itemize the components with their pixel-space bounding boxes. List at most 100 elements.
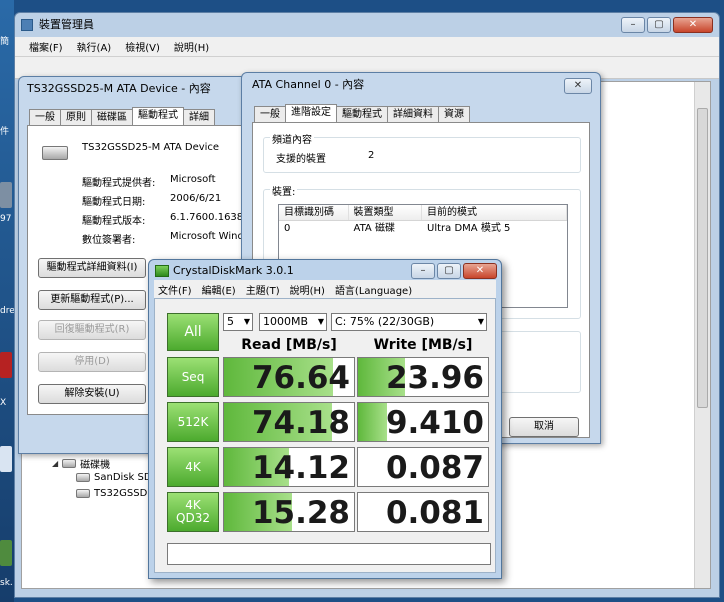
read-column-header: Read [MB/s] [241, 337, 337, 353]
driver-date-label: 驅動程式日期: [82, 197, 146, 208]
close-button[interactable]: ✕ [463, 263, 497, 279]
test-size-select[interactable]: 1000MB ▼ [259, 313, 327, 331]
4k-test-button[interactable]: 4K [167, 447, 219, 487]
menu-edit[interactable]: 編輯(E) [202, 282, 236, 297]
column-device-type[interactable]: 裝置類型 [349, 205, 423, 220]
collapse-arrow-icon[interactable]: ◢ [52, 459, 58, 468]
seq-write-value: 23.96 [385, 360, 484, 396]
4k-write-result: 0.087 [357, 447, 489, 487]
4k-qd32-write-result: 0.081 [357, 492, 489, 532]
write-column-header: Write [MB/s] [373, 337, 473, 353]
device-properties-tabs: 一般 原則 磁碟區 驅動程式 詳細 [29, 107, 215, 125]
4k-qd32-test-button[interactable]: 4K QD32 [167, 492, 219, 532]
seq-test-button[interactable]: Seq [167, 357, 219, 397]
disk-drive-icon [76, 489, 90, 498]
maximize-button[interactable]: ▢ [647, 17, 671, 33]
4k-qd32-write-value: 0.081 [385, 495, 484, 531]
maximize-button[interactable]: ▢ [437, 263, 461, 279]
channel-properties-title: 頻道內容 [270, 131, 314, 146]
result-bar [358, 403, 387, 441]
tab-volumes[interactable]: 磁碟區 [91, 109, 133, 125]
cell-target-id: 0 [284, 223, 291, 234]
menu-theme[interactable]: 主題(T) [246, 282, 280, 297]
driver-date-value: 2006/6/21 [170, 193, 222, 204]
run-all-button[interactable]: All [167, 313, 219, 351]
512k-read-result: 74.18 [223, 402, 355, 442]
close-button[interactable]: ✕ [564, 78, 592, 94]
device-properties-titlebar: TS32GSSD25-M ATA Device - 內容 [19, 77, 263, 101]
cancel-button[interactable]: 取消 [509, 417, 579, 437]
channel-properties-group: 頻道內容 支援的裝置 2 [263, 131, 581, 173]
device-manager-titlebar: 裝置管理員 – ▢ ✕ [15, 13, 719, 37]
update-driver-button[interactable]: 更新驅動程式(P)... [38, 290, 146, 310]
4k-read-result: 14.12 [223, 447, 355, 487]
ata-channel-tabs: 一般 進階設定 驅動程式 詳細資料 資源 [254, 104, 470, 122]
drive-select[interactable]: C: 75% (22/30GB) ▼ [331, 313, 487, 331]
tree-item-label: SanDisk SD [94, 472, 152, 483]
tab-details[interactable]: 詳細 [183, 109, 215, 125]
column-current-mode[interactable]: 目前的模式 [422, 205, 567, 220]
menu-file[interactable]: 檔案(F) [29, 39, 63, 54]
menu-help[interactable]: 說明(H) [174, 39, 209, 54]
desktop-label-2: 件 [0, 127, 10, 137]
desktop-icon-1[interactable] [0, 182, 12, 208]
disable-button[interactable]: 停用(D) [38, 352, 146, 372]
driver-version-label: 驅動程式版本: [82, 216, 146, 227]
menu-view[interactable]: 檢視(V) [125, 39, 160, 54]
seq-write-result: 23.96 [357, 357, 489, 397]
driver-provider-label: 驅動程式提供者: [82, 178, 156, 189]
desktop-icon-2[interactable] [0, 352, 12, 378]
crystaldiskmark-window: CrystalDiskMark 3.0.1 – ▢ ✕ 文件(F) 編輯(E) … [148, 259, 502, 579]
table-row[interactable]: 0 ATA 磁碟 Ultra DMA 模式 5 [279, 221, 567, 237]
tab-general[interactable]: 一般 [29, 109, 61, 125]
desktop-icon-4[interactable] [0, 540, 12, 566]
crystaldiskmark-title: CrystalDiskMark 3.0.1 [173, 264, 294, 277]
digital-signer-label: 數位簽署者: [82, 235, 136, 246]
tab-details[interactable]: 詳細資料 [387, 106, 439, 122]
devices-list-header: 目標識別碼 裝置類型 目前的模式 [279, 205, 567, 221]
menu-help[interactable]: 說明(H) [290, 282, 325, 297]
seq-read-result: 76.64 [223, 357, 355, 397]
4k-qd32-read-value: 15.28 [251, 495, 350, 531]
devices-group-title: 裝置: [270, 183, 298, 198]
chevron-down-icon: ▼ [243, 317, 250, 326]
desktop-label-4: dre [0, 306, 14, 316]
crystaldiskmark-body: 5 ▼ 1000MB ▼ C: 75% (22/30GB) ▼ All Read [M… [154, 298, 496, 573]
hard-drive-icon [42, 146, 68, 160]
driver-version-value: 6.1.7600.16385 [170, 212, 250, 223]
crystaldiskmark-titlebar: CrystalDiskMark 3.0.1 – ▢ ✕ [149, 260, 501, 280]
tab-resources[interactable]: 資源 [438, 106, 470, 122]
test-count-select[interactable]: 5 ▼ [223, 313, 253, 331]
device-manager-icon [21, 19, 33, 31]
tree-item-ts32[interactable]: TS32GSSD2 [76, 488, 154, 499]
rollback-driver-button[interactable]: 回復驅動程式(R) [38, 320, 146, 340]
column-target-id[interactable]: 目標識別碼 [279, 205, 349, 220]
512k-write-value: 9.410 [385, 405, 484, 441]
minimize-button[interactable]: – [621, 17, 645, 33]
tab-advanced-settings[interactable]: 進階設定 [285, 104, 337, 122]
scrollbar-thumb[interactable] [697, 108, 708, 408]
tab-driver[interactable]: 驅動程式 [336, 106, 388, 122]
menu-action[interactable]: 執行(A) [77, 39, 112, 54]
comment-field[interactable] [167, 543, 491, 565]
close-button[interactable]: ✕ [673, 17, 713, 33]
drive-value: C: 75% (22/30GB) [335, 315, 435, 328]
tree-item-sandisk[interactable]: SanDisk SD [76, 472, 152, 483]
desktop-icon-3[interactable] [0, 446, 12, 472]
tree-item-disk-drives[interactable]: ◢ 磁碟機 [52, 456, 110, 471]
crystaldiskmark-menubar: 文件(F) 編輯(E) 主題(T) 說明(H) 語言(Language) [154, 280, 496, 298]
test-count-value: 5 [227, 315, 234, 328]
uninstall-button[interactable]: 解除安裝(U) [38, 384, 146, 404]
tab-policies[interactable]: 原則 [60, 109, 92, 125]
driver-details-button[interactable]: 驅動程式詳細資料(I) [38, 258, 146, 278]
supported-devices-value: 2 [368, 150, 375, 161]
minimize-button[interactable]: – [411, 263, 435, 279]
tree-category-label: 磁碟機 [80, 460, 111, 471]
tab-driver[interactable]: 驅動程式 [132, 107, 184, 125]
tab-general[interactable]: 一般 [254, 106, 286, 122]
512k-test-button[interactable]: 512K [167, 402, 219, 442]
menu-file[interactable]: 文件(F) [158, 282, 192, 297]
cell-current-mode: Ultra DMA 模式 5 [427, 223, 511, 234]
vertical-scrollbar[interactable] [694, 82, 710, 588]
menu-language[interactable]: 語言(Language) [335, 282, 412, 297]
